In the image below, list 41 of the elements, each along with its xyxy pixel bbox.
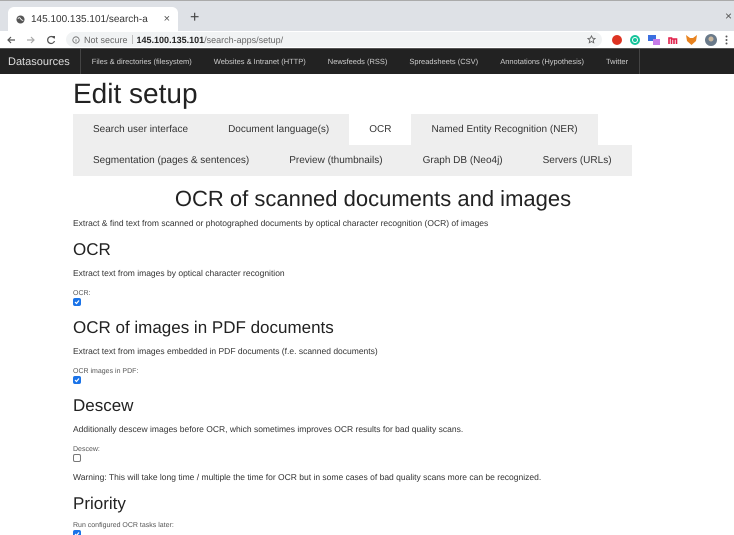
tab[interactable]: Segmentation (pages & sentences) <box>73 145 270 176</box>
letter-m-icon[interactable] <box>668 36 678 44</box>
section-heading: OCR of scanned documents and images <box>174 186 572 212</box>
address-bar[interactable]: Not secure 145.100.135.101/search-apps/setup/ <box>66 32 602 47</box>
section-description: Extract text from images embedded in PDF documents (f.e. scanned documents) <box>73 346 379 356</box>
new-tab-button[interactable]: + <box>190 9 200 27</box>
tab-title: 145.100.135.101/search-a <box>31 14 149 24</box>
tab[interactable]: Preview (thumbnails) <box>269 145 403 176</box>
forward-icon[interactable] <box>26 34 36 44</box>
window-close-button[interactable]: × <box>724 9 732 23</box>
navbar-brand[interactable]: Datasources <box>0 49 81 74</box>
reload-icon[interactable] <box>46 34 56 44</box>
browser-tab[interactable]: 145.100.135.101/search-a × <box>8 7 178 31</box>
checkbox[interactable] <box>73 376 81 384</box>
page-title: Edit setup <box>73 78 199 110</box>
warning-text: Warning: This will take long time / multiple the time for OCR but in some cases of bad quality scans more can be recognized. <box>73 472 542 482</box>
checkbox[interactable] <box>73 454 81 462</box>
checkbox[interactable] <box>73 298 81 306</box>
security-label: Not secure <box>84 34 128 44</box>
tab[interactable]: Graph DB (Neo4j) <box>402 145 523 176</box>
url-text: 145.100.135.101/search-apps/setup/ <box>136 34 284 44</box>
window-icon[interactable] <box>648 34 660 45</box>
tab[interactable]: Document language(s) <box>208 114 350 145</box>
tab-close-button[interactable]: × <box>164 13 170 25</box>
section-description: Extract text from images by optical character recognition <box>73 268 286 278</box>
avatar-icon[interactable] <box>705 34 717 46</box>
fox-icon[interactable] <box>686 34 697 44</box>
section-title: OCR <box>73 240 112 260</box>
back-icon[interactable] <box>6 34 16 44</box>
info-icon <box>72 36 80 44</box>
tab[interactable]: Servers (URLs) <box>522 145 632 176</box>
section-description: Additionally descew images before OCR, which sometimes improves OCR results for bad quality scans. <box>73 424 464 434</box>
globe-icon <box>16 14 25 24</box>
intro-text: Extract & find text from scanned or photographed documents by optical character recognition (OCR) of images <box>73 218 490 228</box>
section-title: OCR of images in PDF documents <box>73 318 335 338</box>
star-icon[interactable] <box>587 35 596 44</box>
section-title: Priority <box>73 494 127 514</box>
menu-icon[interactable] <box>725 34 728 44</box>
section-title: Descew <box>73 396 134 416</box>
tab[interactable]: Search user interface <box>73 114 208 145</box>
tab[interactable]: Named Entity Recognition (NER) <box>411 114 598 145</box>
